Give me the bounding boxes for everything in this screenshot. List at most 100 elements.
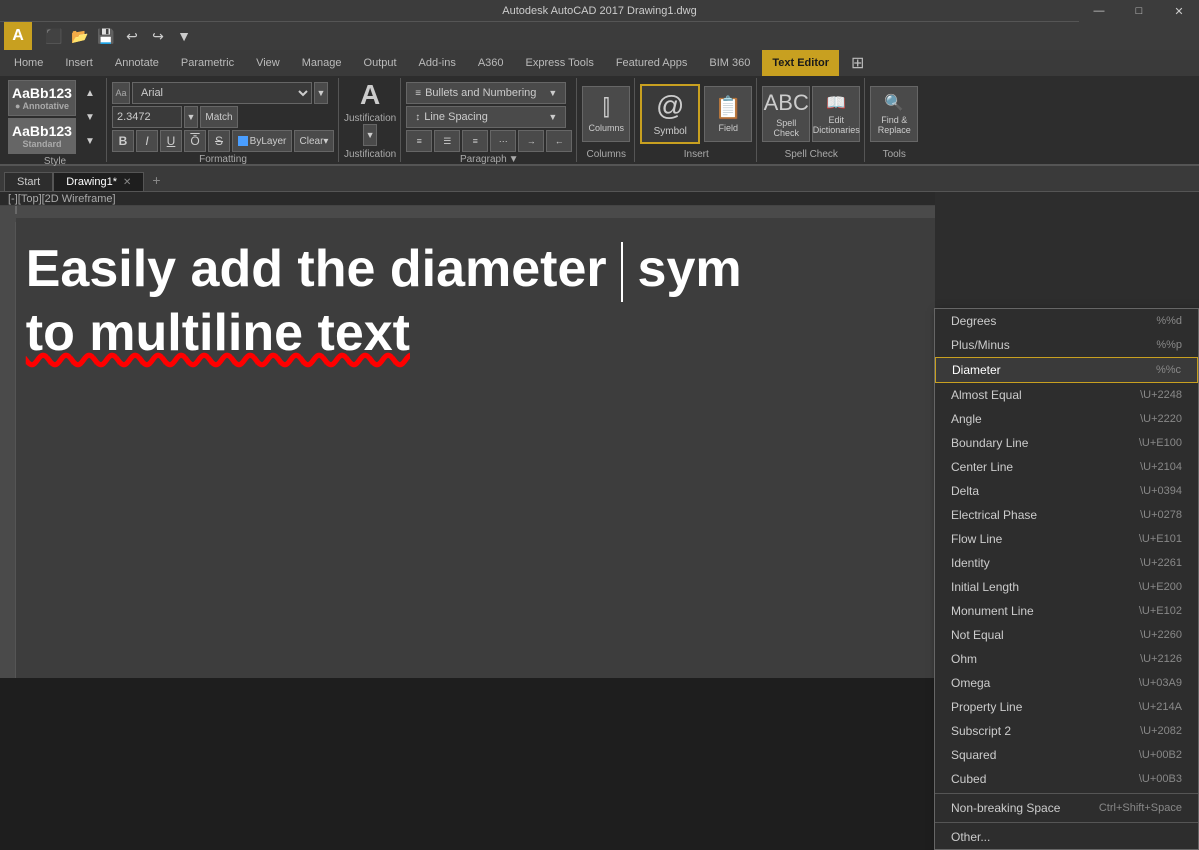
tab-insert[interactable]: Insert: [55, 50, 103, 76]
menu-electrical-phase[interactable]: Electrical Phase \U+0278: [935, 503, 1198, 527]
menu-monument-line[interactable]: Monument Line \U+E102: [935, 599, 1198, 623]
style-standard[interactable]: AaBb123 Standard: [8, 118, 76, 154]
tab-express[interactable]: Express Tools: [516, 50, 604, 76]
paragraph-expand[interactable]: ▼: [509, 154, 519, 165]
tab-overflow[interactable]: ⊞: [841, 50, 874, 76]
qa-save[interactable]: 💾: [94, 25, 118, 47]
menu-initial-length[interactable]: Initial Length \U+E200: [935, 575, 1198, 599]
menu-cubed-label: Cubed: [951, 772, 986, 786]
tab-a360[interactable]: A360: [468, 50, 514, 76]
align-left-btn[interactable]: ≡: [406, 130, 432, 152]
tab-featured[interactable]: Featured Apps: [606, 50, 698, 76]
strikethrough-btn[interactable]: S: [208, 130, 230, 152]
menu-cubed[interactable]: Cubed \U+00B3: [935, 767, 1198, 791]
paragraph-group-label: Paragraph ▼: [460, 152, 519, 165]
menu-monument-line-label: Monument Line: [951, 604, 1034, 618]
tab-texteditor[interactable]: Text Editor: [762, 50, 839, 76]
tab-manage[interactable]: Manage: [292, 50, 352, 76]
close-button[interactable]: ✕: [1159, 0, 1199, 22]
color-label[interactable]: ByLayer: [232, 130, 292, 152]
indent-btn[interactable]: →: [518, 130, 544, 152]
underline-btn[interactable]: U: [160, 130, 182, 152]
spell-label: SpellCheck: [773, 118, 799, 138]
menu-center-line[interactable]: Center Line \U+2104: [935, 455, 1198, 479]
menu-squared-label: Squared: [951, 748, 996, 762]
qa-dropdown[interactable]: ▼: [172, 25, 196, 47]
field-btn[interactable]: 📋 Field: [704, 86, 752, 142]
menu-delta[interactable]: Delta \U+0394: [935, 479, 1198, 503]
qa-redo[interactable]: ↪: [146, 25, 170, 47]
bold-btn[interactable]: B: [112, 130, 134, 152]
tab-bim360[interactable]: BIM 360: [699, 50, 760, 76]
qa-open[interactable]: 📂: [68, 25, 92, 47]
menu-identity[interactable]: Identity \U+2261: [935, 551, 1198, 575]
clear-btn[interactable]: Clear▾: [294, 130, 334, 152]
formatting-group: Aa Arial ▼ ▼ Match B I U: [108, 78, 339, 162]
menu-not-equal[interactable]: Not Equal \U+2260: [935, 623, 1198, 647]
viewport-bar: [-][Top][2D Wireframe]: [0, 192, 935, 206]
minimize-button[interactable]: —: [1079, 0, 1119, 22]
bullets-btn[interactable]: ≡ Bullets and Numbering ▼: [406, 82, 566, 104]
style-scroll-dn[interactable]: ▼: [78, 106, 102, 128]
menu-almost-equal[interactable]: Almost Equal \U+2248: [935, 383, 1198, 407]
menu-divider-1: [935, 793, 1198, 794]
match-btn[interactable]: Match: [200, 106, 238, 128]
tab-drawing1[interactable]: Drawing1* ✕: [53, 172, 144, 191]
menu-monument-line-shortcut: \U+E102: [1139, 605, 1182, 617]
tab-parametric[interactable]: Parametric: [171, 50, 244, 76]
font-select[interactable]: Arial: [132, 82, 312, 104]
edit-dict-btn[interactable]: 📖 EditDictionaries: [812, 86, 860, 142]
menu-boundary-line-shortcut: \U+E100: [1139, 437, 1182, 449]
menu-omega[interactable]: Omega \U+03A9: [935, 671, 1198, 695]
style-annotative[interactable]: AaBb123 ● Annotative: [8, 80, 76, 116]
menu-angle[interactable]: Angle \U+2220: [935, 407, 1198, 431]
menu-squared[interactable]: Squared \U+00B2: [935, 743, 1198, 767]
maximize-button[interactable]: □: [1119, 0, 1159, 22]
menu-center-line-shortcut: \U+2104: [1140, 461, 1182, 473]
style-more[interactable]: ▼: [78, 130, 102, 152]
tab-annotate[interactable]: Annotate: [105, 50, 169, 76]
menu-property-line[interactable]: Property Line \U+214A: [935, 695, 1198, 719]
menu-degrees[interactable]: Degrees %%d: [935, 309, 1198, 333]
justification-group: A Justification ▼ Justification: [340, 78, 401, 162]
qa-undo[interactable]: ↩: [120, 25, 144, 47]
style-scroll-up[interactable]: ▲: [78, 82, 102, 104]
outdent-btn[interactable]: ←: [546, 130, 572, 152]
tab-drawing1-close[interactable]: ✕: [123, 177, 131, 188]
menu-nonbreaking-space[interactable]: Non-breaking Space Ctrl+Shift+Space: [935, 796, 1198, 820]
tab-add-btn[interactable]: +: [144, 169, 168, 191]
tab-start[interactable]: Start: [4, 172, 53, 191]
qa-new[interactable]: ⬛: [42, 25, 66, 47]
viewport-label: [-][Top][2D Wireframe]: [8, 193, 116, 205]
menu-other[interactable]: Other...: [935, 825, 1198, 849]
font-size-input[interactable]: [112, 106, 182, 128]
tab-addins[interactable]: Add-ins: [409, 50, 466, 76]
menu-boundary-line[interactable]: Boundary Line \U+E100: [935, 431, 1198, 455]
size-dropdown[interactable]: ▼: [184, 106, 198, 128]
menu-angle-label: Angle: [951, 412, 982, 426]
symbol-btn[interactable]: @ Symbol: [640, 84, 700, 144]
menu-ohm[interactable]: Ohm \U+2126: [935, 647, 1198, 671]
tab-output[interactable]: Output: [354, 50, 407, 76]
field-icon: 📋: [715, 95, 742, 121]
distribute-btn[interactable]: ⋯: [490, 130, 516, 152]
find-replace-btn[interactable]: 🔍 Find &Replace: [870, 86, 918, 142]
menu-diameter[interactable]: Diameter %%c: [935, 357, 1198, 383]
overline-btn[interactable]: Ō: [184, 130, 206, 152]
tab-view[interactable]: View: [246, 50, 290, 76]
tab-home[interactable]: Home: [4, 50, 53, 76]
line-spacing-btn[interactable]: ↕ Line Spacing ▼: [406, 106, 566, 128]
text-cursor: [621, 242, 623, 302]
font-dropdown[interactable]: ▼: [314, 82, 328, 104]
menu-flow-line[interactable]: Flow Line \U+E101: [935, 527, 1198, 551]
justification-dropdown[interactable]: ▼: [363, 124, 377, 146]
spell-check-btn[interactable]: ABC SpellCheck: [762, 86, 810, 142]
columns-btn[interactable]: ⫿ Columns: [582, 86, 630, 142]
italic-btn[interactable]: I: [136, 130, 158, 152]
canvas-area[interactable]: Easily add the diameter sym to multiline…: [16, 218, 935, 678]
align-center-btn[interactable]: ☰: [434, 130, 460, 152]
align-right-btn[interactable]: ≡: [462, 130, 488, 152]
menu-plusminus[interactable]: Plus/Minus %%p: [935, 333, 1198, 357]
annotation-btn[interactable]: Aa: [112, 82, 130, 104]
menu-subscript2[interactable]: Subscript 2 \U+2082: [935, 719, 1198, 743]
